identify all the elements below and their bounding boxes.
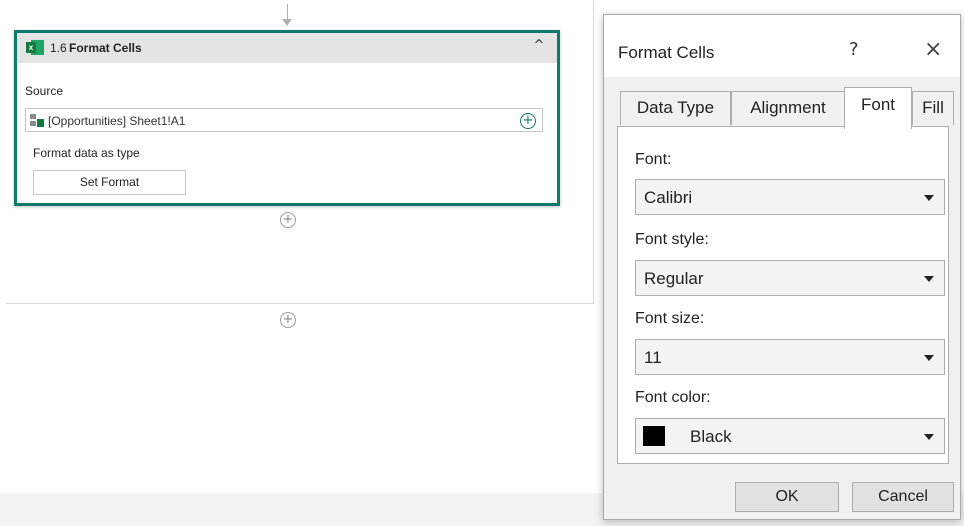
dialog-titlebar: Format Cells ? × bbox=[604, 15, 960, 77]
source-field[interactable]: [Opportunities] Sheet1!A1 + bbox=[25, 108, 543, 132]
format-type-label: Format data as type bbox=[33, 146, 140, 160]
set-format-button[interactable]: Set Format bbox=[33, 170, 186, 195]
tab-data-type[interactable]: Data Type bbox=[620, 91, 731, 125]
help-icon[interactable]: ? bbox=[849, 39, 859, 60]
dropdown-arrow-icon bbox=[924, 355, 934, 361]
tab-alignment[interactable]: Alignment bbox=[731, 91, 845, 125]
font-tab-panel: Font: Calibri Font style: Regular Font s… bbox=[617, 126, 949, 464]
cancel-button[interactable]: Cancel bbox=[852, 482, 954, 512]
arrow-down-icon bbox=[287, 4, 288, 20]
ok-button[interactable]: OK bbox=[735, 482, 839, 512]
add-step-icon[interactable]: + bbox=[280, 312, 296, 328]
font-select[interactable]: Calibri bbox=[635, 179, 945, 215]
format-cells-dialog: Format Cells ? × Data Type Alignment Fon… bbox=[603, 14, 961, 520]
font-color-select-value: Black bbox=[690, 427, 732, 446]
tab-fill[interactable]: Fill bbox=[912, 91, 954, 125]
font-style-label: Font style: bbox=[635, 231, 709, 248]
font-color-label: Font color: bbox=[635, 389, 711, 406]
dialog-title: Format Cells bbox=[618, 43, 715, 62]
excel-icon: x bbox=[26, 40, 44, 55]
add-step-icon[interactable]: + bbox=[280, 212, 296, 228]
dropdown-arrow-icon bbox=[924, 276, 934, 282]
font-size-select[interactable]: 11 bbox=[635, 339, 945, 375]
action-card-format-cells[interactable]: x 1.6 Format Cells ^ Source [Opportuniti… bbox=[14, 30, 560, 206]
add-source-icon[interactable]: + bbox=[520, 113, 536, 129]
color-swatch bbox=[643, 426, 665, 446]
dropdown-arrow-icon bbox=[924, 434, 934, 440]
dropdown-arrow-icon bbox=[924, 195, 934, 201]
source-label: Source bbox=[25, 84, 64, 98]
card-step-number: 1.6 bbox=[50, 41, 67, 55]
font-select-value: Calibri bbox=[644, 188, 693, 207]
card-title: Format Cells bbox=[69, 41, 142, 55]
arrow-down-head-icon bbox=[282, 19, 292, 26]
close-icon[interactable]: × bbox=[924, 37, 942, 62]
excel-range-icon bbox=[30, 114, 44, 127]
font-style-select-value: Regular bbox=[644, 269, 704, 288]
font-color-select[interactable]: Black bbox=[635, 418, 945, 454]
source-value: [Opportunities] Sheet1!A1 bbox=[48, 114, 186, 128]
font-style-select[interactable]: Regular bbox=[635, 260, 945, 296]
tab-font[interactable]: Font bbox=[844, 87, 912, 129]
dialog-tabs: Data Type Alignment Font Fill bbox=[604, 87, 960, 129]
font-size-label: Font size: bbox=[635, 310, 705, 327]
chevron-up-icon[interactable]: ^ bbox=[531, 38, 547, 54]
font-size-select-value: 11 bbox=[644, 348, 662, 367]
card-header[interactable]: x 1.6 Format Cells ^ bbox=[17, 33, 557, 63]
font-label: Font: bbox=[635, 151, 672, 168]
